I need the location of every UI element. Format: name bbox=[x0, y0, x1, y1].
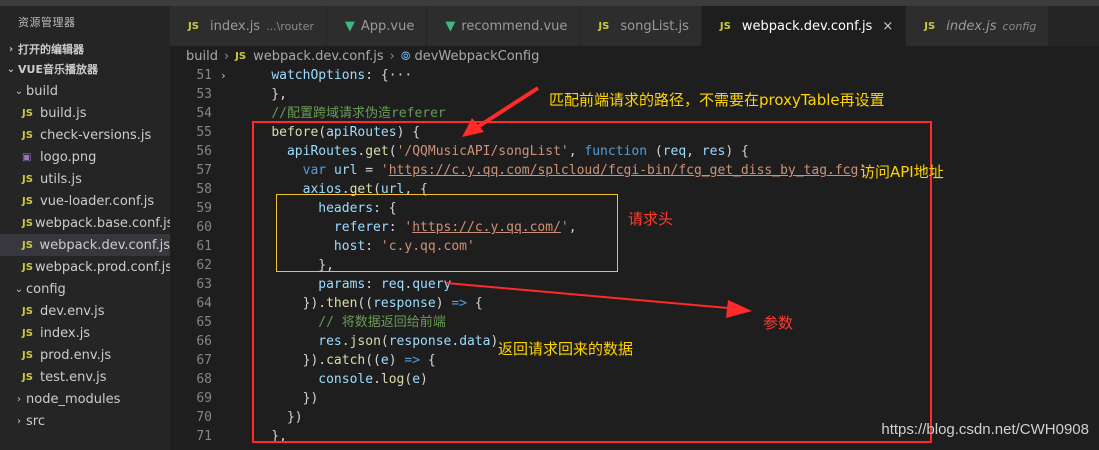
params-annotation: 参数 bbox=[763, 314, 794, 332]
route-arrow bbox=[474, 86, 540, 130]
params-arrow bbox=[445, 282, 729, 309]
params-arrowhead bbox=[726, 300, 752, 318]
route-arrowhead bbox=[462, 118, 484, 137]
annotation-arrows bbox=[445, 86, 752, 318]
response-annotation: 返回请求回来的数据 bbox=[498, 340, 634, 358]
route-annotation: 匹配前端请求的路径，不需要在proxyTable再设置 bbox=[549, 91, 885, 109]
api-annotation: 访问API地址 bbox=[860, 163, 944, 181]
headers-annotation: 请求头 bbox=[628, 210, 674, 228]
watermark: https://blog.csdn.net/CWH0908 bbox=[881, 421, 1089, 438]
